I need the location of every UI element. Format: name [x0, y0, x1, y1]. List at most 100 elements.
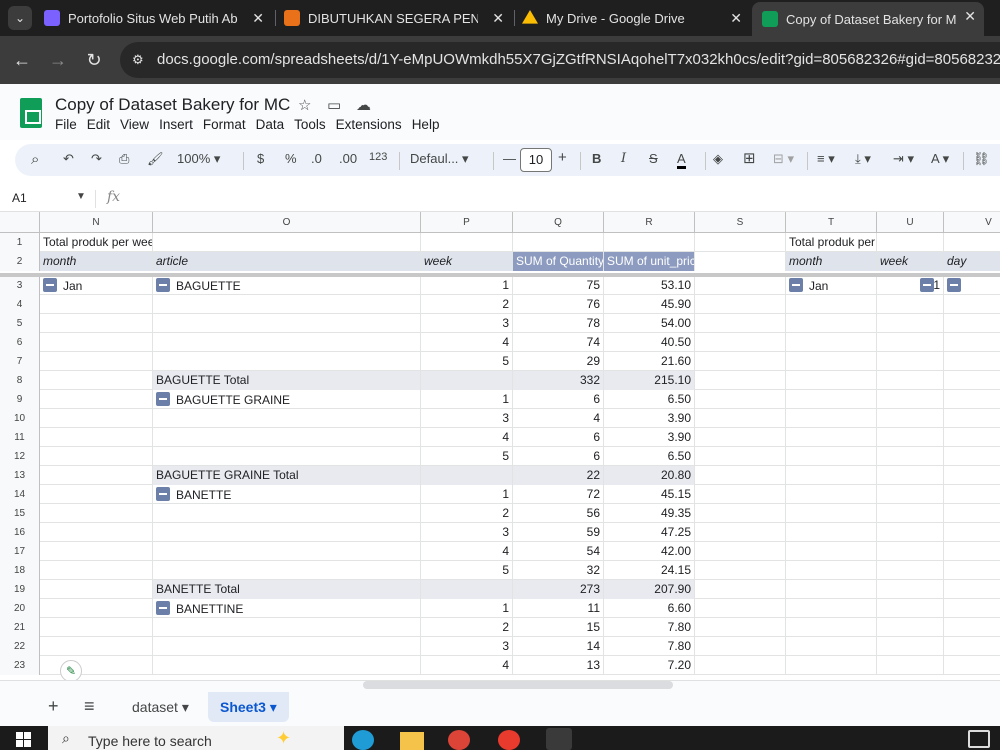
row-number[interactable]: 15	[0, 504, 40, 523]
cell-V16[interactable]	[944, 523, 1000, 542]
cell-V17[interactable]	[944, 542, 1000, 561]
row-number[interactable]: 2	[0, 252, 40, 271]
collapse-group-icon[interactable]	[43, 278, 57, 292]
cell-V8[interactable]	[944, 371, 1000, 390]
cell-P9[interactable]: 1	[421, 390, 513, 409]
vertical-align-icon[interactable]: ⤓ ▾	[855, 151, 871, 167]
all-sheets-button[interactable]: ≡	[84, 696, 95, 717]
cell-Q9[interactable]: 6	[513, 390, 604, 409]
cell-O3[interactable]: BAGUETTE	[153, 276, 421, 295]
column-header-R[interactable]: R	[604, 212, 695, 233]
cell-T2[interactable]: month	[786, 252, 877, 271]
cell-V12[interactable]	[944, 447, 1000, 466]
cell-N15[interactable]	[40, 504, 153, 523]
collapse-group-icon[interactable]	[789, 278, 803, 292]
cell-T11[interactable]	[786, 428, 877, 447]
column-header-O[interactable]: O	[153, 212, 421, 233]
cell-U20[interactable]	[877, 599, 944, 618]
cell-U9[interactable]	[877, 390, 944, 409]
sheet-tab-sheet3[interactable]: Sheet3 ▾	[208, 692, 289, 722]
collapse-group-icon[interactable]	[156, 601, 170, 615]
cell-V9[interactable]	[944, 390, 1000, 409]
cell-S5[interactable]	[695, 314, 786, 333]
fill-color-icon[interactable]: ◈	[713, 151, 723, 167]
number-format-button[interactable]: 123	[369, 151, 387, 163]
row-number[interactable]: 5	[0, 314, 40, 333]
windows-start-icon[interactable]	[16, 732, 32, 748]
cell-O7[interactable]	[153, 352, 421, 371]
cell-R23[interactable]: 7.20	[604, 656, 695, 675]
cell-R16[interactable]: 47.25	[604, 523, 695, 542]
cell-U13[interactable]	[877, 466, 944, 485]
cell-V6[interactable]	[944, 333, 1000, 352]
cell-N17[interactable]	[40, 542, 153, 561]
cell-R19[interactable]: 207.90	[604, 580, 695, 599]
cell-Q18[interactable]: 32	[513, 561, 604, 580]
increase-decimal-button[interactable]: .00	[339, 151, 357, 166]
paint-format-icon[interactable]: 🖌	[147, 151, 164, 167]
cell-O4[interactable]	[153, 295, 421, 314]
cell-S18[interactable]	[695, 561, 786, 580]
italic-button[interactable]: I	[621, 151, 626, 166]
cell-Q2[interactable]: SUM of Quantity	[513, 252, 604, 271]
row-number[interactable]: 13	[0, 466, 40, 485]
row-number[interactable]: 10	[0, 409, 40, 428]
cell-N3[interactable]: Jan	[40, 276, 153, 295]
cell-T9[interactable]	[786, 390, 877, 409]
cell-N23[interactable]	[40, 656, 153, 675]
cell-P8[interactable]	[421, 371, 513, 390]
cell-Q8[interactable]: 332	[513, 371, 604, 390]
collapse-group-icon[interactable]	[947, 278, 961, 292]
cell-P14[interactable]: 1	[421, 485, 513, 504]
cell-Q14[interactable]: 72	[513, 485, 604, 504]
cell-R9[interactable]: 6.50	[604, 390, 695, 409]
cell-Q1[interactable]	[513, 233, 604, 252]
cell-N21[interactable]	[40, 618, 153, 637]
cell-S11[interactable]	[695, 428, 786, 447]
cell-T15[interactable]	[786, 504, 877, 523]
cell-S9[interactable]	[695, 390, 786, 409]
menu-extensions[interactable]: Extensions	[336, 117, 402, 132]
cell-R7[interactable]: 21.60	[604, 352, 695, 371]
column-header-S[interactable]: S	[695, 212, 786, 233]
menu-help[interactable]: Help	[412, 117, 440, 132]
column-header-V[interactable]: V	[944, 212, 1000, 233]
row-number[interactable]: 11	[0, 428, 40, 447]
menu-view[interactable]: View	[120, 117, 149, 132]
cell-O17[interactable]	[153, 542, 421, 561]
close-tab-icon[interactable]: ✕	[964, 8, 976, 25]
cell-Q13[interactable]: 22	[513, 466, 604, 485]
cell-Q22[interactable]: 14	[513, 637, 604, 656]
cell-P3[interactable]: 1	[421, 276, 513, 295]
borders-icon[interactable]: ⊞	[743, 149, 756, 167]
cell-S19[interactable]	[695, 580, 786, 599]
row-number[interactable]: 8	[0, 371, 40, 390]
cell-Q10[interactable]: 4	[513, 409, 604, 428]
cell-Q11[interactable]: 6	[513, 428, 604, 447]
cell-R13[interactable]: 20.80	[604, 466, 695, 485]
cell-R10[interactable]: 3.90	[604, 409, 695, 428]
menu-edit[interactable]: Edit	[87, 117, 110, 132]
currency-format-button[interactable]: $	[257, 151, 264, 166]
notification-icon[interactable]	[968, 730, 990, 748]
name-box-dropdown-icon[interactable]: ▼	[76, 191, 86, 202]
column-header-U[interactable]: U	[877, 212, 944, 233]
cell-T5[interactable]	[786, 314, 877, 333]
cell-S7[interactable]	[695, 352, 786, 371]
cell-O20[interactable]: BANETTINE	[153, 599, 421, 618]
column-header-P[interactable]: P	[421, 212, 513, 233]
cell-S22[interactable]	[695, 637, 786, 656]
cell-N4[interactable]	[40, 295, 153, 314]
tab-search-button[interactable]: ⌄	[8, 6, 32, 30]
cell-V11[interactable]	[944, 428, 1000, 447]
cell-P17[interactable]: 4	[421, 542, 513, 561]
close-tab-icon[interactable]: ✕	[730, 10, 742, 27]
file-explorer-icon[interactable]	[400, 732, 424, 750]
cell-Q4[interactable]: 76	[513, 295, 604, 314]
cell-U6[interactable]	[877, 333, 944, 352]
row-number[interactable]: 14	[0, 485, 40, 504]
cell-S13[interactable]	[695, 466, 786, 485]
forward-icon[interactable]: →	[46, 48, 70, 72]
cell-N18[interactable]	[40, 561, 153, 580]
cell-Q7[interactable]: 29	[513, 352, 604, 371]
